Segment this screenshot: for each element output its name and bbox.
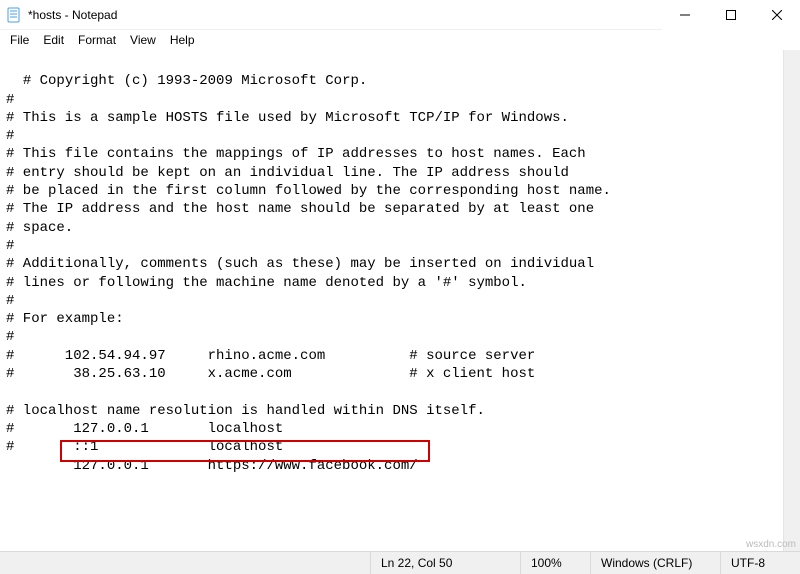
close-button[interactable] [754, 0, 800, 30]
menu-view[interactable]: View [124, 31, 162, 49]
editor-content: # Copyright (c) 1993-2009 Microsoft Corp… [6, 73, 611, 473]
status-encoding: UTF-8 [720, 552, 800, 574]
status-position: Ln 22, Col 50 [370, 552, 520, 574]
menu-help[interactable]: Help [164, 31, 201, 49]
window-title: *hosts - Notepad [28, 8, 662, 22]
menu-file[interactable]: File [4, 31, 35, 49]
notepad-icon [6, 7, 22, 23]
menu-edit[interactable]: Edit [37, 31, 70, 49]
status-lineending: Windows (CRLF) [590, 552, 720, 574]
watermark: wsxdn.com [746, 539, 796, 550]
minimize-button[interactable] [662, 0, 708, 30]
menubar: File Edit Format View Help [0, 30, 800, 50]
menu-format[interactable]: Format [72, 31, 122, 49]
text-editor[interactable]: # Copyright (c) 1993-2009 Microsoft Corp… [0, 50, 800, 550]
vertical-scrollbar[interactable] [783, 50, 800, 551]
window-controls [662, 0, 800, 30]
statusbar: Ln 22, Col 50 100% Windows (CRLF) UTF-8 [0, 551, 800, 574]
maximize-button[interactable] [708, 0, 754, 30]
titlebar[interactable]: *hosts - Notepad [0, 0, 800, 30]
status-zoom: 100% [520, 552, 590, 574]
